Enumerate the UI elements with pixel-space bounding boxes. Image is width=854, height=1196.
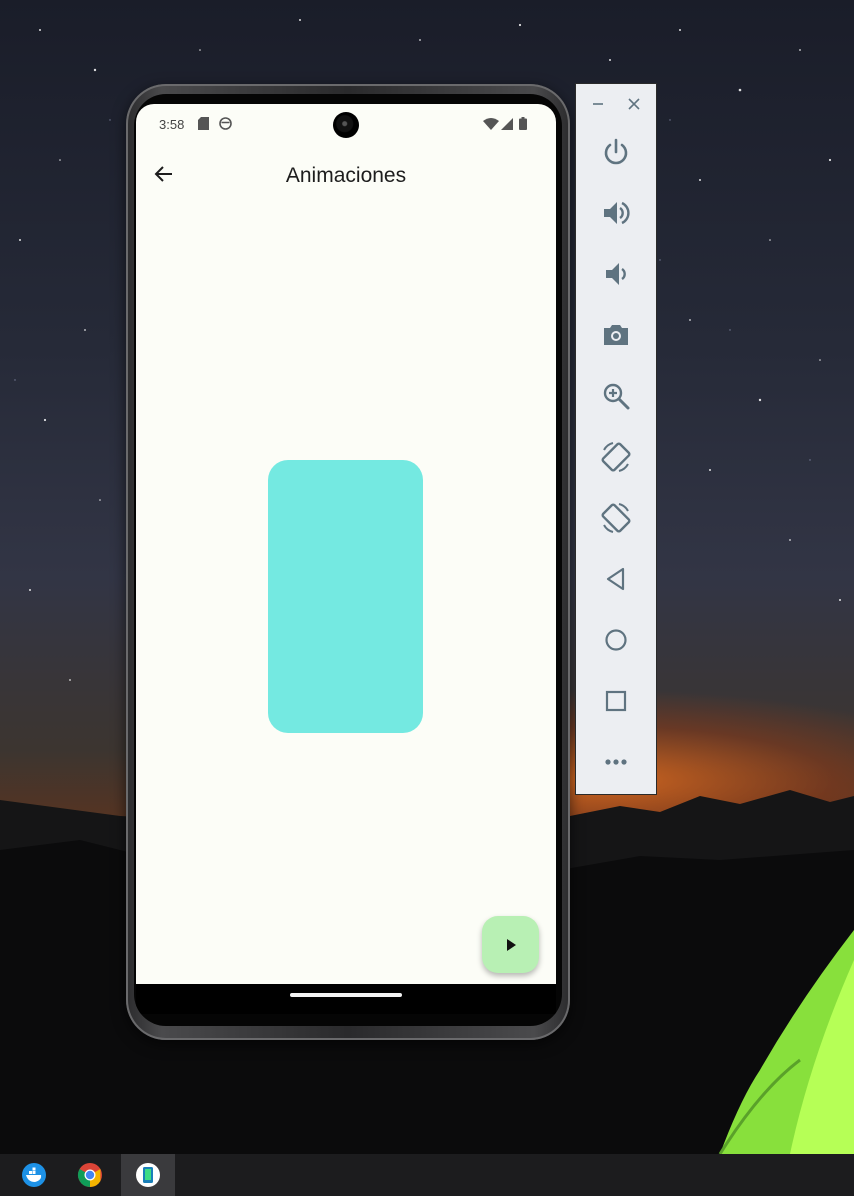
close-icon[interactable] (626, 96, 642, 112)
cell-signal-icon (501, 118, 513, 130)
page-title: Animaciones (285, 164, 407, 187)
volume-down-icon (606, 263, 626, 285)
taskbar-docker[interactable] (7, 1154, 61, 1196)
screenshot-button[interactable] (596, 315, 636, 355)
app-bar: Animaciones (136, 144, 556, 204)
volume-up-icon (604, 201, 630, 225)
more-icon (605, 759, 627, 765)
camera-icon (604, 325, 628, 345)
overview-icon (605, 690, 627, 712)
rotate-right-icon (601, 503, 631, 533)
zoom-button[interactable] (596, 376, 636, 416)
status-time: 3:58 (159, 117, 185, 132)
back-icon (606, 567, 625, 591)
device-screen: 3:58 Animaciones (136, 104, 556, 984)
taskbar-android-emulator[interactable] (121, 1154, 175, 1196)
chrome-icon (77, 1163, 102, 1187)
rotate-right-button[interactable] (596, 498, 636, 538)
sd-card-icon (198, 117, 209, 130)
front-camera (333, 112, 359, 138)
face-icon (219, 117, 232, 130)
more-options-button[interactable] (596, 742, 636, 782)
battery-icon (519, 117, 527, 130)
device-bezel: 3:58 Animaciones (134, 94, 562, 1026)
power-button[interactable] (596, 132, 636, 172)
volume-down-button[interactable] (596, 254, 636, 294)
nav-back-button[interactable] (596, 559, 636, 599)
animated-container (268, 460, 423, 733)
home-gesture-handle[interactable] (290, 993, 402, 997)
rotate-left-icon (601, 442, 631, 472)
play-icon (506, 938, 516, 951)
power-icon (604, 138, 628, 165)
status-bar: 3:58 (136, 104, 556, 144)
tent-image (718, 930, 854, 1154)
minimize-icon[interactable] (590, 96, 606, 112)
home-icon (605, 629, 627, 651)
nav-overview-button[interactable] (596, 681, 636, 721)
taskbar-chrome[interactable] (63, 1154, 117, 1196)
docker-icon (22, 1163, 46, 1187)
wifi-icon (483, 118, 499, 130)
play-fab-button[interactable] (482, 916, 539, 973)
emulator-device-frame: 3:58 Animaciones (126, 84, 570, 1040)
nav-home-button[interactable] (596, 620, 636, 660)
rotate-left-button[interactable] (596, 437, 636, 477)
taskbar (0, 1154, 854, 1196)
volume-up-button[interactable] (596, 193, 636, 233)
android-emulator-icon (136, 1163, 160, 1187)
zoom-icon (603, 383, 630, 410)
gesture-nav-bar (136, 984, 556, 1014)
emulator-toolbar (575, 83, 657, 795)
